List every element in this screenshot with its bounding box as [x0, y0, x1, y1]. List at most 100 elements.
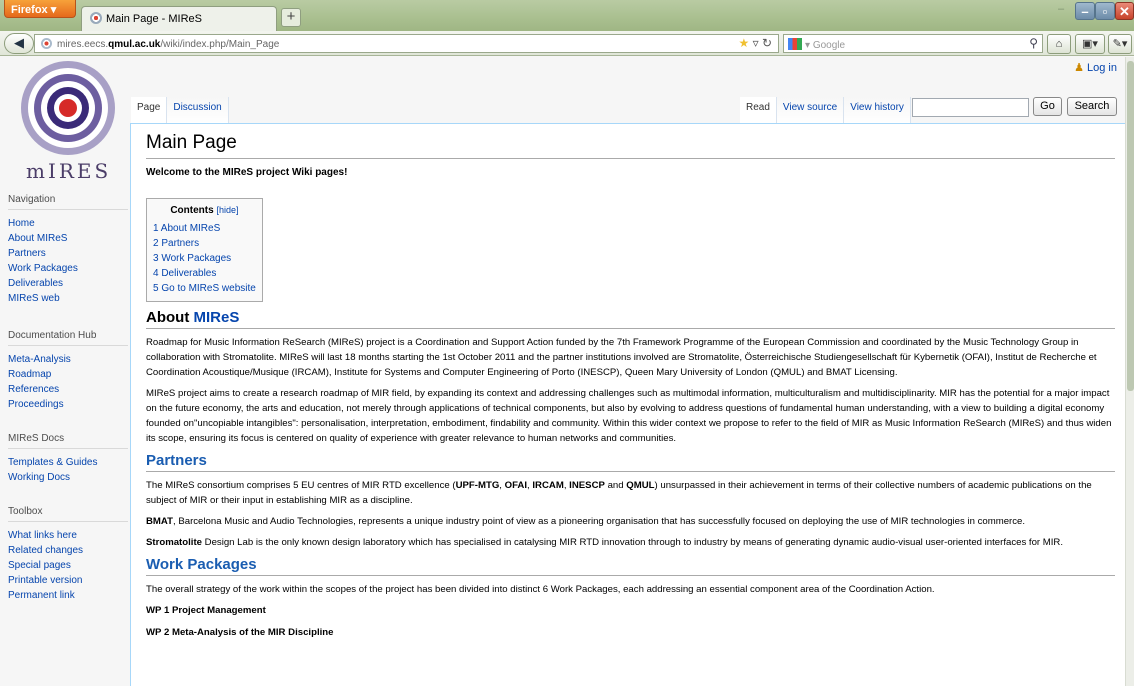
partners-paragraph-2: BMAT, Barcelona Music and Audio Technolo… — [146, 514, 1115, 529]
partner-name: QMUL — [626, 480, 655, 491]
sidebar-item-proceedings[interactable]: Proceedings — [8, 397, 128, 412]
search-icon[interactable]: ⚲ — [1029, 36, 1038, 50]
search-engine-icon[interactable] — [788, 38, 802, 50]
page-scrollbar[interactable] — [1125, 57, 1134, 686]
close-window-button[interactable]: ✕ — [1115, 2, 1134, 20]
work-package-item: WP 1 Project Management — [146, 605, 266, 616]
firefox-menu-button[interactable]: Firefox ▾ — [4, 0, 76, 18]
sidebar-item-meta-analysis[interactable]: Meta-Analysis — [8, 352, 128, 367]
tab-read[interactable]: Read — [740, 97, 777, 123]
toc-item[interactable]: 2 Partners — [153, 236, 256, 251]
sidebar-item-related-changes[interactable]: Related changes — [8, 543, 128, 558]
view-tabs: Read View source View history — [740, 97, 911, 123]
sidebar-item-printable-version[interactable]: Printable version — [8, 573, 128, 588]
toc-item[interactable]: 3 Work Packages — [153, 251, 256, 266]
toc-hide-link[interactable]: [hide] — [216, 205, 238, 215]
maximize-button[interactable]: ▫ — [1095, 2, 1115, 20]
minimize-button[interactable]: – — [1075, 2, 1095, 20]
search-button[interactable]: Search — [1067, 97, 1117, 116]
sidebar-item-special-pages[interactable]: Special pages — [8, 558, 128, 573]
sidebar-toolbox: Toolbox What links here Related changes … — [8, 506, 128, 603]
url-prefix: mires.eecs. — [57, 39, 109, 50]
login-label: Log in — [1087, 62, 1117, 74]
favicon-icon — [90, 12, 102, 24]
tab-view-history[interactable]: View history — [844, 97, 911, 123]
new-tab-button[interactable]: + — [281, 8, 301, 27]
partners-text: and — [604, 480, 627, 491]
partner-name: UPF-MTG — [455, 480, 500, 491]
sidebar-item-deliverables[interactable]: Deliverables — [8, 276, 128, 291]
sidebar-navigation: Navigation Home About MIReS Partners Wor… — [8, 194, 128, 306]
toolbox-heading: Toolbox — [8, 506, 128, 522]
site-identity-icon[interactable] — [41, 38, 52, 49]
partner-name: Stromatolite — [146, 537, 202, 548]
sidebar-item-work-packages[interactable]: Work Packages — [8, 261, 128, 276]
toc-heading: Contents — [170, 205, 214, 216]
partner-name: INESCP — [569, 480, 605, 491]
sidebar-item-what-links-here[interactable]: What links here — [8, 528, 128, 543]
navigation-heading: Navigation — [8, 194, 128, 210]
sidebar-docs: MIReS Docs Templates & Guides Working Do… — [8, 433, 128, 485]
tab-view-source[interactable]: View source — [776, 97, 845, 123]
toc-item[interactable]: 1 About MIReS — [153, 221, 256, 236]
about-paragraph-2: MIReS project aims to create a research … — [146, 388, 1112, 444]
firefox-menu-label: Firefox — [11, 4, 48, 16]
welcome-text: Welcome to the MIReS project Wiki pages! — [146, 167, 348, 178]
search-engine-dropdown-icon[interactable]: ▾ — [805, 40, 813, 51]
mires-logo[interactable] — [20, 60, 116, 156]
docs-heading: MIReS Docs — [8, 433, 128, 449]
partners-text: , Barcelona Music and Audio Technologies… — [173, 516, 1026, 527]
scrollbar-thumb[interactable] — [1127, 61, 1134, 391]
sidebar-item-about[interactable]: About MIReS — [8, 231, 128, 246]
url-path: /wiki/index.php/Main_Page — [160, 39, 280, 50]
toc-title: Contents [hide] — [153, 205, 256, 216]
about-heading-link[interactable]: MIReS — [193, 309, 239, 326]
sidebar-item-permanent-link[interactable]: Permanent link — [8, 588, 128, 603]
sidebar-item-templates[interactable]: Templates & Guides — [8, 455, 128, 470]
sidebar-item-mires-web[interactable]: MIReS web — [8, 291, 128, 306]
tab-title: Main Page - MIReS — [106, 13, 202, 25]
bookmark-star-icon[interactable]: ★ — [738, 36, 749, 50]
login-link[interactable]: ♟ Log in — [1074, 61, 1117, 74]
sidebar-documentation: Documentation Hub Meta-Analysis Roadmap … — [8, 330, 128, 412]
back-button[interactable]: ◀ — [4, 33, 34, 54]
toc-item[interactable]: 5 Go to MIReS website — [153, 281, 256, 296]
wiki-search-input[interactable] — [912, 98, 1029, 117]
partner-name: IRCAM — [532, 480, 564, 491]
sidebar-item-partners[interactable]: Partners — [8, 246, 128, 261]
sidebar-item-home[interactable]: Home — [8, 216, 128, 231]
sidebar-item-roadmap[interactable]: Roadmap — [8, 367, 128, 382]
partner-name: BMAT — [146, 516, 173, 527]
home-button[interactable]: ⌂ — [1047, 34, 1071, 54]
table-of-contents: Contents [hide] 1 About MIReS 2 Partners… — [146, 198, 263, 302]
browser-tab[interactable]: Main Page - MIReS — [81, 6, 277, 31]
partners-text: The MIReS consortium comprises 5 EU cent… — [146, 480, 456, 491]
work-packages-heading: Work Packages — [146, 556, 1115, 576]
back-arrow-icon: ◀ — [14, 35, 24, 50]
partners-paragraph-1: The MIReS consortium comprises 5 EU cent… — [146, 478, 1115, 508]
reload-icon[interactable]: ↻ — [762, 36, 772, 50]
sidebar-item-references[interactable]: References — [8, 382, 128, 397]
go-button[interactable]: Go — [1033, 97, 1062, 116]
tab-discussion[interactable]: Discussion — [167, 97, 229, 123]
tab-list-icon[interactable]: – — [1058, 3, 1064, 15]
tab-page[interactable]: Page — [131, 97, 168, 123]
bookmarks-button[interactable]: ▣▾ — [1075, 34, 1105, 54]
user-icon: ♟ — [1074, 62, 1085, 74]
namespace-tabs: Page Discussion — [131, 97, 229, 123]
partner-name: OFAI — [504, 480, 528, 491]
toc-item[interactable]: 4 Deliverables — [153, 266, 256, 281]
sidebar-item-working-docs[interactable]: Working Docs — [8, 470, 128, 485]
url-bar[interactable]: mires.eecs.qmul.ac.uk/wiki/index.php/Mai… — [34, 34, 779, 53]
partners-paragraph-3: Stromatolite Design Lab is the only know… — [146, 535, 1115, 550]
wiki-page: ♟ Log in mIRES Navigation Home About MIRe… — [0, 57, 1125, 686]
partners-heading: Partners — [146, 452, 1115, 472]
page-title: Main Page — [146, 132, 1115, 159]
partners-text: Design Lab is the only known design labo… — [201, 537, 1064, 548]
history-dropdown-icon[interactable]: ▿ — [753, 36, 759, 50]
addon-button[interactable]: ✎▾ — [1108, 34, 1132, 54]
browser-search-box[interactable]: ▾ Google ⚲ — [783, 34, 1043, 53]
content-area: Main Page Welcome to the MIReS project W… — [130, 123, 1125, 686]
about-heading: About MIReS — [146, 309, 1115, 329]
logo-text: mIRES — [26, 159, 112, 183]
